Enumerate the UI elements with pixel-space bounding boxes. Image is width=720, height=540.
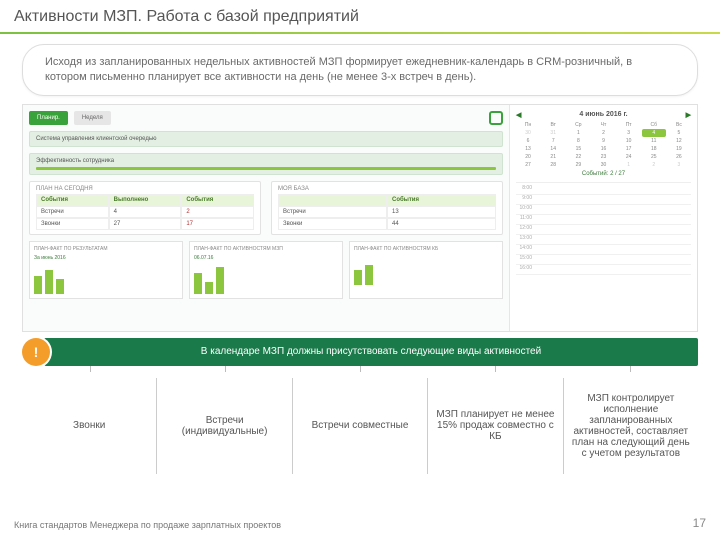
chart-plan-activities-kb: ПЛАН-ФАКТ ПО АКТИВНОСТЯМ КБ xyxy=(349,241,503,299)
base-call-count: 44 xyxy=(387,218,496,230)
cal-prev-icon: ◀ xyxy=(516,111,521,119)
base-row-meet: Встречи xyxy=(278,206,387,218)
base-meet-count: 13 xyxy=(387,206,496,218)
calendar-footer: Событий: 2 / 27 xyxy=(516,169,691,179)
box-calls: Звонки xyxy=(22,378,156,474)
title-underline xyxy=(0,32,720,34)
row-call-label: Звонки xyxy=(36,218,109,230)
page-number: 17 xyxy=(693,516,706,530)
calendar-hours: 8:00 9:00 10:00 11:00 12:00 13:00 14:00 … xyxy=(516,185,691,275)
chart-month-label: За июнь 2016 xyxy=(34,255,178,261)
activities-strip: ! В календаре МЗП должны присутствовать … xyxy=(22,338,698,366)
footer-text: Книга стандартов Менеджера по продаже за… xyxy=(14,520,281,530)
box-meetings-joint: Встречи совместные xyxy=(293,378,427,474)
box-plan-15pct: МЗП планирует не менее 15% продаж совмес… xyxy=(428,378,562,474)
chart-plan-activities: ПЛАН-ФАКТ ПО АКТИВНОСТЯМ МЗП 06.07.16 xyxy=(189,241,343,299)
chart-plan-activities-kb-label: ПЛАН-ФАКТ ПО АКТИВНОСТЯМ КБ xyxy=(354,246,498,252)
row-meet-done: 2 xyxy=(181,206,254,218)
col-count: События xyxy=(181,194,254,206)
chart-plan-results: ПЛАН-ФАКТ ПО РЕЗУЛЬТАТАМ За июнь 2016 xyxy=(29,241,183,299)
row-meet-label: Встречи xyxy=(36,206,109,218)
cal-next-icon: ▶ xyxy=(686,111,691,119)
crm-panel-queue: Система управления клиентской очередью xyxy=(29,131,503,147)
exclamation-icon: ! xyxy=(22,338,50,366)
calendar-panel: ◀ 4 июнь 2016 г. ▶ ПнВтСрЧтПтСбВс 303112… xyxy=(509,105,697,331)
chart-plan-activities-label: ПЛАН-ФАКТ ПО АКТИВНОСТЯМ МЗП xyxy=(194,246,338,252)
crm-panel-efficiency-label: Эффективность сотрудника xyxy=(36,158,114,164)
activity-boxes: Звонки Встречи (индивидуальные) Встречи … xyxy=(22,378,698,474)
col-events: События xyxy=(36,194,109,206)
calendar-month: 4 июнь 2016 г. xyxy=(579,111,627,118)
base-row-call: Звонки xyxy=(278,218,387,230)
crm-screenshot: Планир. Неделя Система управления клиент… xyxy=(22,104,698,332)
row-call-plan: 27 xyxy=(109,218,182,230)
row-call-done: 17 xyxy=(181,218,254,230)
activities-strip-text: В календаре МЗП должны присутствовать сл… xyxy=(44,338,698,366)
crm-plan-button: Планир. xyxy=(29,111,68,125)
refresh-icon xyxy=(489,111,503,125)
intro-callout: Исходя из запланированных недельных акти… xyxy=(22,44,698,96)
chart-plan-results-label: ПЛАН-ФАКТ ПО РЕЗУЛЬТАТАМ xyxy=(34,246,178,252)
chart-date-label: 06.07.16 xyxy=(194,255,338,261)
row-meet-plan: 4 xyxy=(109,206,182,218)
crm-panel-efficiency: Эффективность сотрудника xyxy=(29,153,503,175)
page-title: Активности МЗП. Работа с базой предприят… xyxy=(0,0,720,32)
col-done: Выполнено xyxy=(109,194,182,206)
my-base-label: МОЯ БАЗА xyxy=(278,186,496,192)
base-col-count: События xyxy=(387,194,496,206)
box-meetings-individual: Встречи (индивидуальные) xyxy=(157,378,291,474)
plan-today-label: ПЛАН НА СЕГОДНЯ xyxy=(36,186,254,192)
calendar-grid: ПнВтСрЧтПтСбВс 303112345 6789101112 1314… xyxy=(516,121,691,169)
crm-week-button: Неделя xyxy=(74,111,111,125)
box-control: МЗП контролирует исполнение запланирован… xyxy=(564,378,698,474)
